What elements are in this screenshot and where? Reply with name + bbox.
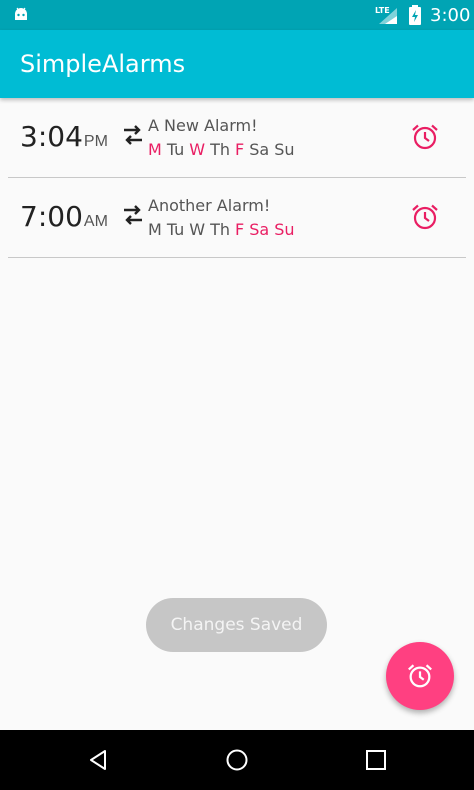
day-friday: F — [235, 220, 245, 239]
alarm-time-value: 3:04 — [20, 120, 83, 153]
alarm-name: A New Alarm! — [148, 116, 258, 135]
status-time: 3:00 — [430, 5, 471, 26]
repeat-icon — [124, 205, 142, 225]
day-tuesday: Tu — [166, 220, 185, 239]
day-monday: M — [148, 140, 162, 159]
android-icon — [15, 7, 27, 20]
day-friday: F — [235, 140, 245, 159]
alarm-row[interactable]: 3:04PM A New Alarm! M Tu W Th F Sa Su — [0, 98, 474, 178]
day-tuesday: Tu — [166, 140, 185, 159]
day-thursday: Th — [210, 220, 231, 239]
add-alarm-icon — [408, 664, 432, 688]
home-icon[interactable] — [225, 748, 249, 772]
back-icon[interactable] — [86, 748, 110, 772]
alarm-ampm: PM — [83, 133, 108, 150]
app-bar: SimpleAlarms — [0, 30, 474, 98]
alarm-time: 7:00AM — [20, 200, 108, 233]
alarm-row[interactable]: 7:00AM Another Alarm! M Tu W Th F Sa Su — [0, 178, 474, 258]
day-thursday: Th — [210, 140, 231, 159]
recents-icon[interactable] — [364, 748, 388, 772]
lte-signal-icon: LTE — [375, 6, 397, 24]
alarm-days: M Tu W Th F Sa Su — [148, 140, 295, 159]
day-wednesday: W — [189, 220, 206, 239]
alarm-days: M Tu W Th F Sa Su — [148, 220, 295, 239]
battery-charging-icon — [409, 5, 421, 25]
network-label: LTE — [375, 6, 390, 15]
toast-message: Changes Saved — [146, 598, 327, 652]
alarm-ampm: AM — [83, 213, 108, 230]
day-wednesday: W — [189, 140, 206, 159]
alarm-time: 3:04PM — [20, 120, 108, 153]
alarm-time-value: 7:00 — [20, 200, 83, 233]
add-alarm-fab[interactable] — [386, 642, 454, 710]
day-sunday: Su — [274, 140, 295, 159]
alarm-name: Another Alarm! — [148, 196, 271, 215]
alarm-clock-icon[interactable] — [410, 122, 440, 152]
status-bar: LTE 3:00 — [0, 0, 474, 30]
day-sunday: Su — [274, 220, 295, 239]
row-divider — [8, 257, 466, 258]
repeat-icon — [124, 125, 142, 145]
app-title: SimpleAlarms — [20, 50, 186, 78]
navigation-bar — [0, 730, 474, 790]
day-saturday: Sa — [249, 140, 270, 159]
alarm-clock-icon[interactable] — [410, 202, 440, 232]
day-saturday: Sa — [249, 220, 270, 239]
day-monday: M — [148, 220, 162, 239]
